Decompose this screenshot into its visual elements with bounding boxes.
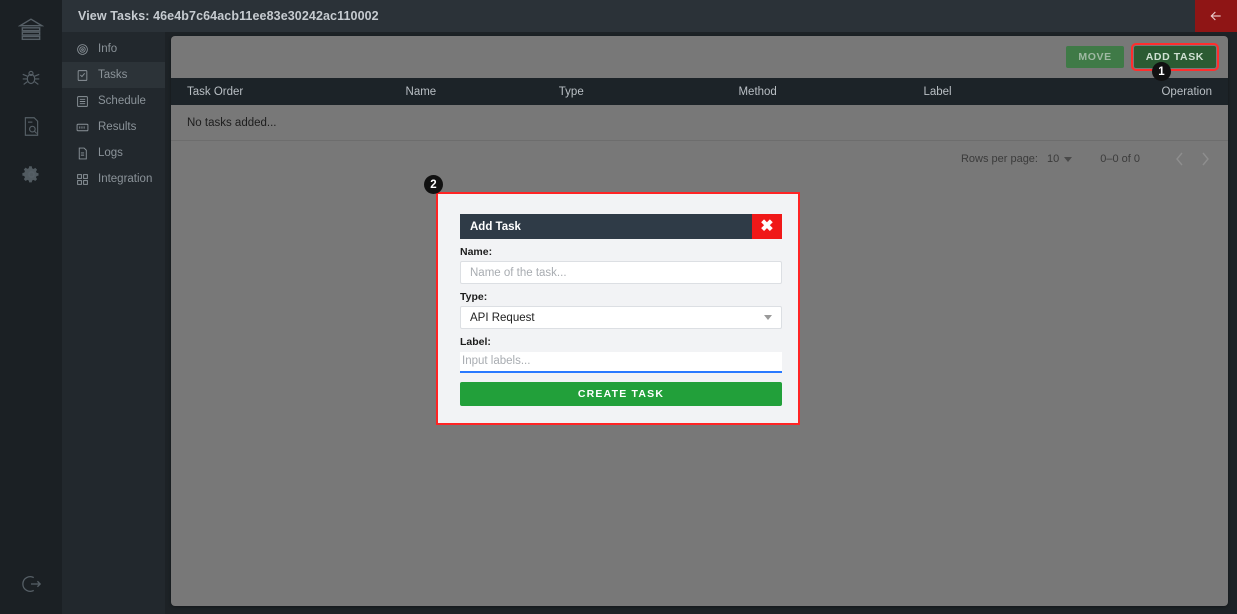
empty-state-text: No tasks added... [187, 116, 277, 129]
label-field-label: Label: [460, 336, 491, 348]
sidebar-item-label: Info [98, 43, 118, 55]
app-window: View Tasks: 46e4b7c64acb11ee83e30242ac11… [0, 0, 1237, 614]
create-task-button[interactable]: CREATE TASK [460, 381, 782, 406]
add-task-button[interactable]: ADD TASK [1130, 43, 1220, 71]
app-rail [0, 0, 62, 614]
chevron-left-icon [1175, 152, 1183, 166]
pagination: Rows per page: 10 0–0 of 0 [171, 141, 1228, 177]
column-header-operation: Operation [1161, 85, 1212, 98]
chevron-right-icon [1201, 152, 1209, 166]
sidebar-item-label: Tasks [98, 69, 128, 81]
sidebar-item-label: Results [98, 121, 137, 133]
schedule-icon [76, 95, 89, 108]
add-task-dialog: Add Task ✖ Name: Type: API Request Label… [460, 214, 782, 406]
add-task-dialog-highlight: Add Task ✖ Name: Type: API Request Label… [436, 192, 800, 425]
back-button[interactable] [1195, 0, 1237, 32]
chevron-down-icon [1064, 156, 1073, 162]
column-header-type: Type [558, 85, 584, 98]
move-button[interactable]: MOVE [1066, 46, 1124, 68]
page-title: View Tasks: 46e4b7c64acb11ee83e30242ac11… [78, 9, 379, 23]
column-header-label: Label [923, 85, 952, 98]
annotation-badge-2: 2 [424, 175, 443, 194]
sidebar-item-schedule[interactable]: Schedule [62, 88, 165, 114]
label-input[interactable] [460, 351, 782, 373]
next-page-button[interactable] [1192, 146, 1218, 172]
file-icon [76, 147, 89, 160]
sidebar-item-label: Integration [98, 173, 153, 185]
tasks-toolbar: MOVE ADD TASK 1 [171, 36, 1228, 81]
table-empty-row: No tasks added... [171, 105, 1228, 141]
column-header-method: Method [738, 85, 777, 98]
type-select[interactable]: API Request [460, 306, 782, 329]
bank-logo-icon[interactable] [11, 10, 51, 50]
name-field-label: Name: [460, 246, 493, 258]
dialog-header: Add Task ✖ [460, 214, 782, 239]
results-icon [76, 121, 89, 134]
chevron-down-icon [764, 315, 772, 320]
annotation-badge-1: 1 [1152, 62, 1171, 81]
rows-per-page-select[interactable]: 10 [1046, 153, 1073, 165]
sidebar: Info Tasks Schedule Results Logs Integra… [62, 32, 165, 614]
window-titlebar: View Tasks: 46e4b7c64acb11ee83e30242ac11… [62, 0, 1237, 32]
type-select-value: API Request [470, 311, 535, 324]
logout-icon[interactable] [11, 564, 51, 604]
grid-icon [76, 173, 89, 186]
arrow-left-icon [1210, 11, 1221, 21]
document-search-icon[interactable] [11, 106, 51, 146]
sidebar-item-integration[interactable]: Integration [62, 166, 165, 192]
gear-icon[interactable] [11, 154, 51, 194]
prev-page-button[interactable] [1166, 146, 1192, 172]
column-header-name: Name [405, 85, 437, 98]
sidebar-item-results[interactable]: Results [62, 114, 165, 140]
sidebar-item-label: Logs [98, 147, 123, 159]
fingerprint-icon [76, 43, 89, 56]
table-header-row: Task Order Name Type Method Label Operat… [171, 78, 1228, 105]
close-icon[interactable]: ✖ [752, 214, 782, 239]
sidebar-item-logs[interactable]: Logs [62, 140, 165, 166]
rows-per-page-label: Rows per page: [960, 153, 1038, 165]
rows-per-page-value: 10 [1046, 153, 1060, 165]
type-field-label: Type: [460, 291, 488, 303]
pagination-range: 0–0 of 0 [1100, 153, 1140, 165]
dialog-title: Add Task [470, 220, 521, 233]
bug-icon[interactable] [11, 58, 51, 98]
sidebar-item-tasks[interactable]: Tasks [62, 62, 165, 88]
clipboard-check-icon [76, 69, 89, 82]
column-header-task-order: Task Order [187, 85, 244, 98]
name-input[interactable] [460, 261, 782, 284]
sidebar-item-label: Schedule [98, 95, 146, 107]
sidebar-item-info[interactable]: Info [62, 36, 165, 62]
